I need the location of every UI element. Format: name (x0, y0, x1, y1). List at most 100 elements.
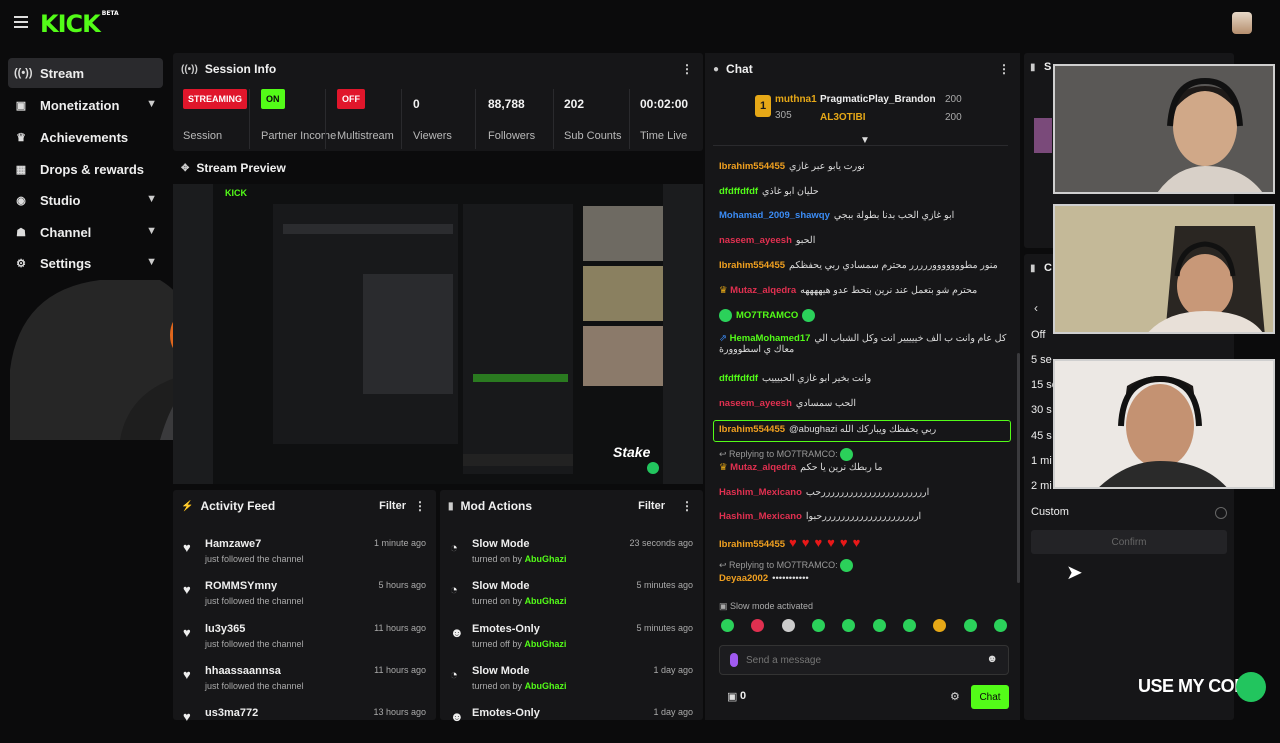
multistream-label: Multistream (337, 130, 394, 142)
sidebar-item-studio[interactable]: ◉ Studio ▼ (8, 185, 163, 215)
moderator-link[interactable]: AbuGhazi (524, 639, 566, 649)
chat-input-box[interactable]: ☻ (719, 645, 1009, 675)
panel-title: Activity Feed (200, 499, 276, 513)
guest-webcam-2 (1053, 204, 1275, 334)
panel-title: Chat (726, 62, 753, 76)
option-custom[interactable]: Custom (1031, 506, 1069, 518)
chat-message: Ibrahim554455 منور مطوووووووررررر محترم س… (719, 260, 998, 271)
kick-logo[interactable]: KICK BETA (40, 10, 119, 38)
mod-action-item: ◔ Slow Mode turned on by AbuGhazi 23 second… (450, 538, 693, 564)
mod-actions-panel: ▮ Mod Actions Filter ⋮ ◔ Slow Mode turned o… (440, 490, 703, 724)
option-2m[interactable]: 2 mi (1031, 480, 1052, 492)
moderator-link[interactable]: AbuGhazi (525, 554, 567, 564)
emote-icon[interactable] (781, 619, 795, 632)
activity-filter-button[interactable]: Filter (379, 500, 406, 512)
monetization-icon: ▣ (15, 99, 27, 112)
chat-scrollbar[interactable] (1017, 353, 1020, 583)
chat-settings-icon[interactable]: ⚙ (950, 690, 960, 703)
activity-item: ♥ hhaassaannsa just followed the channel 11… (183, 665, 426, 691)
mod-action-item: ☻ Emotes-Only 1 day ago (450, 707, 693, 724)
mod-action-item: ☻ Emotes-Only turned off by AbuGhazi 5 minu… (450, 623, 693, 649)
option-1m[interactable]: 1 mi (1031, 455, 1052, 467)
nested-kick-logo: KICK (225, 188, 247, 198)
moderator-link[interactable]: AbuGhazi (525, 681, 567, 691)
panel-title: C (1044, 262, 1052, 274)
option-30s[interactable]: 30 s (1031, 404, 1052, 416)
emote-icon[interactable] (842, 619, 856, 632)
emote-icon[interactable] (811, 619, 825, 632)
time-live: 00:02:00 (640, 97, 689, 111)
heart-emote-icon: ♥ (839, 535, 848, 550)
panel-icon: ▮ (1030, 62, 1036, 73)
emote-icon[interactable] (933, 619, 947, 632)
sidebar-item-drops[interactable]: ▦ Drops & rewards (8, 154, 163, 184)
followers-label: Followers (488, 130, 536, 142)
chat-message: MO7TRAMCO (719, 309, 1012, 322)
chevron-down-icon: ▼ (146, 193, 157, 205)
chat-message: dfdffdfdf وانت بخير ابو غازي الحبيييب (719, 373, 872, 384)
heart-emote-icon: ♥ (789, 535, 797, 550)
guest-figure (1055, 66, 1273, 192)
sidebar-item-achievements[interactable]: ♛ Achievements (8, 122, 163, 152)
sidebar-item-stream[interactable]: ((•)) Stream (8, 58, 163, 88)
option-5s[interactable]: 5 se (1031, 354, 1052, 366)
more-options-icon[interactable]: ⋮ (998, 62, 1010, 76)
activity-icon: ⚡ (181, 500, 194, 512)
chat-message: Deyaa2002 ••••••••••• (719, 573, 809, 584)
more-options-icon[interactable]: ⋮ (681, 62, 693, 76)
reply-context: ↩ Replying to MO7TRAMCO: (719, 448, 857, 461)
option-45s[interactable]: 45 s (1031, 430, 1052, 442)
sidebar-item-channel[interactable]: ☗ Channel ▼ (8, 217, 163, 247)
trophy-icon: ♛ (16, 131, 26, 144)
chat-message: Mohamad_2009_shawqy ابو غازي الحب بدنا بط… (719, 210, 955, 221)
session-info-panel: ((•)) Session Info ⋮ STREAMING Session ON P… (173, 53, 703, 151)
heart-icon: ♥ (183, 582, 191, 597)
activity-item: ♥ us3ma772 13 hours ago (183, 707, 426, 724)
studio-icon: ◉ (16, 194, 26, 207)
back-arrow-icon[interactable]: ‹ (1034, 301, 1038, 315)
gifter-name[interactable]: PragmaticPlay_Brandon (820, 94, 936, 105)
emote-icon[interactable] (751, 619, 765, 632)
mouse-cursor: ➤ (1066, 562, 1083, 584)
stream-icon: ((•)) (14, 67, 33, 79)
moderator-link[interactable]: AbuGhazi (525, 596, 567, 606)
emote-icon[interactable] (963, 619, 977, 632)
heart-icon: ♥ (183, 667, 191, 682)
promo-badge-icon (1236, 672, 1266, 702)
more-options-icon[interactable]: ⋮ (414, 499, 426, 513)
chat-message: Ibrahim554455 نورت يابو عبر غازي (719, 161, 865, 172)
stream-video[interactable]: KICK Stake (173, 184, 703, 484)
emote-icon: ☻ (450, 625, 464, 640)
hamburger-menu-icon[interactable] (14, 16, 28, 28)
chat-message: naseem_ayeesh الحبو (719, 235, 816, 246)
badge-icon: ♛ (719, 285, 731, 296)
option-off[interactable]: Off (1031, 329, 1045, 341)
emote-icon[interactable] (721, 619, 734, 632)
emote-icon[interactable] (993, 619, 1007, 632)
points-icon[interactable]: ▣ (727, 690, 737, 703)
message-input[interactable] (746, 650, 976, 670)
more-options-icon[interactable]: ⋮ (681, 499, 693, 513)
partner-toggle[interactable]: ON (261, 89, 285, 109)
stake-watermark: Stake (613, 444, 651, 460)
emote-icon[interactable] (902, 619, 916, 632)
gifter-name[interactable]: AL3OTIBI (820, 112, 866, 123)
radio-custom[interactable] (1215, 507, 1227, 519)
chat-message: Ibrahim554455 ♥ ♥ ♥ ♥ ♥ ♥ (719, 535, 861, 550)
user-avatar[interactable] (1232, 12, 1252, 34)
emote-icon[interactable] (872, 619, 886, 632)
send-chat-button[interactable]: Chat (971, 685, 1009, 709)
top-gifter-name[interactable]: muthna1 (775, 94, 817, 105)
chat-message: ♛ Mutaz_alqedra ما ربطك نرين يا حكم (719, 462, 883, 473)
mod-filter-button[interactable]: Filter (638, 500, 665, 512)
multistream-toggle[interactable]: OFF (337, 89, 365, 109)
emoji-picker-icon[interactable]: ☻ (986, 653, 998, 665)
heart-icon: ♥ (183, 625, 191, 640)
confirm-button[interactable]: Confirm (1031, 530, 1227, 554)
mic-icon[interactable] (730, 653, 738, 667)
sidebar-item-monetization[interactable]: ▣ Monetization ▼ (8, 90, 163, 120)
panel-title: Mod Actions (460, 499, 533, 513)
chat-message: ♛ Mutaz_alqedra محترم شو بتعمل عند نرين ب… (719, 285, 978, 296)
session-label: Session (183, 130, 223, 142)
emote-bar (721, 619, 1011, 635)
